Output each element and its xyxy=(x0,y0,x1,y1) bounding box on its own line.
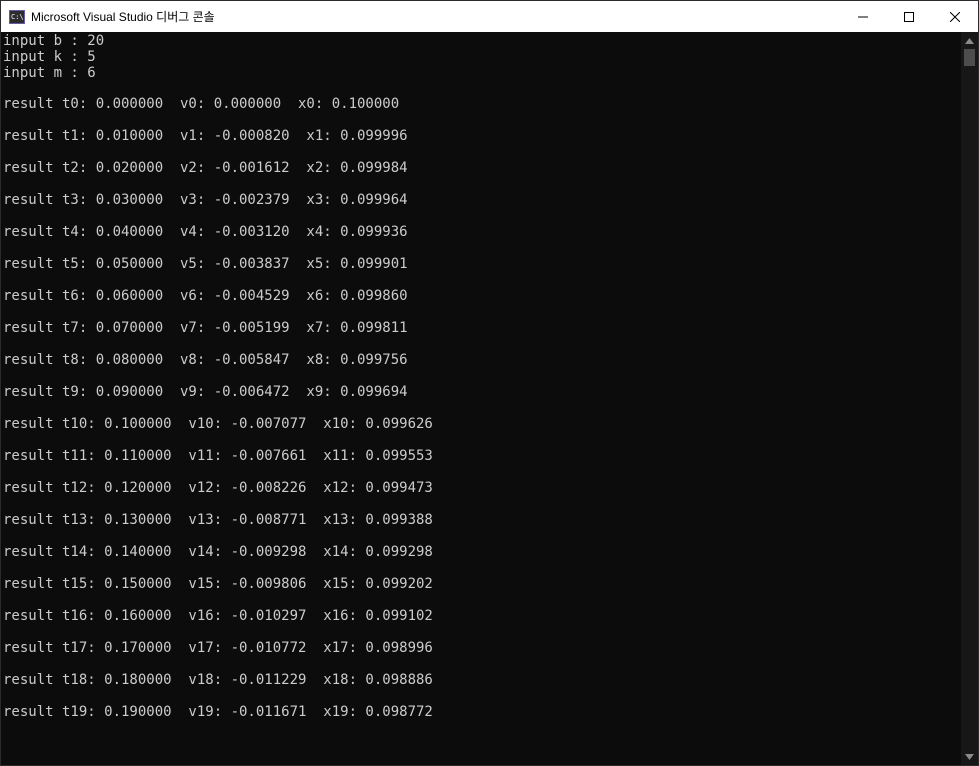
console-result-line: result t9: 0.090000 v9: -0.006472 x9: 0.… xyxy=(3,384,408,400)
maximize-button[interactable] xyxy=(886,1,932,32)
console-result-line: result t13: 0.130000 v13: -0.008771 x13:… xyxy=(3,512,433,528)
minimize-icon xyxy=(858,16,868,17)
scroll-down-button[interactable] xyxy=(961,748,978,765)
console-result-line: result t0: 0.000000 v0: 0.000000 x0: 0.1… xyxy=(3,96,400,112)
scroll-thumb[interactable] xyxy=(964,49,975,66)
console-result-line: result t6: 0.060000 v6: -0.004529 x6: 0.… xyxy=(3,288,408,304)
window-controls xyxy=(840,1,978,32)
maximize-icon xyxy=(904,11,914,22)
scroll-up-icon xyxy=(965,37,974,44)
console-result-line: result t19: 0.190000 v19: -0.011671 x19:… xyxy=(3,704,433,720)
console-input-line: input k : 5 xyxy=(3,49,96,65)
console-result-line: result t18: 0.180000 v18: -0.011229 x18:… xyxy=(3,672,433,688)
console-result-line: result t5: 0.050000 v5: -0.003837 x5: 0.… xyxy=(3,256,408,272)
console-result-line: result t7: 0.070000 v7: -0.005199 x7: 0.… xyxy=(3,320,408,336)
console-result-line: result t11: 0.110000 v11: -0.007661 x11:… xyxy=(3,448,433,464)
console-result-line: result t2: 0.020000 v2: -0.001612 x2: 0.… xyxy=(3,160,408,176)
close-icon xyxy=(950,11,960,22)
console-result-line: result t15: 0.150000 v15: -0.009806 x15:… xyxy=(3,576,433,592)
close-button[interactable] xyxy=(932,1,978,32)
console-result-line: result t10: 0.100000 v10: -0.007077 x10:… xyxy=(3,416,433,432)
scroll-down-icon xyxy=(965,753,974,760)
console-output[interactable]: input b : 20 input k : 5 input m : 6 res… xyxy=(1,32,961,765)
console-input-line: input m : 6 xyxy=(3,65,96,81)
console-result-line: result t14: 0.140000 v14: -0.009298 x14:… xyxy=(3,544,433,560)
window-title: Microsoft Visual Studio 디버그 콘솔 xyxy=(31,10,215,24)
vertical-scrollbar[interactable] xyxy=(961,32,978,765)
console-result-line: result t8: 0.080000 v8: -0.005847 x8: 0.… xyxy=(3,352,408,368)
console-result-line: result t3: 0.030000 v3: -0.002379 x3: 0.… xyxy=(3,192,408,208)
console-result-line: result t17: 0.170000 v17: -0.010772 x17:… xyxy=(3,640,433,656)
console-app-icon[interactable] xyxy=(9,9,25,24)
console-input-line: input b : 20 xyxy=(3,33,105,49)
scroll-up-button[interactable] xyxy=(961,32,978,49)
console-result-line: result t16: 0.160000 v16: -0.010297 x16:… xyxy=(3,608,433,624)
minimize-button[interactable] xyxy=(840,1,886,32)
console-result-line: result t4: 0.040000 v4: -0.003120 x4: 0.… xyxy=(3,224,408,240)
console-result-line: result t1: 0.010000 v1: -0.000820 x1: 0.… xyxy=(3,128,408,144)
console-result-line: result t12: 0.120000 v12: -0.008226 x12:… xyxy=(3,480,433,496)
title-bar[interactable]: Microsoft Visual Studio 디버그 콘솔 xyxy=(1,1,978,32)
console-window: Microsoft Visual Studio 디버그 콘솔 input b xyxy=(0,0,979,766)
